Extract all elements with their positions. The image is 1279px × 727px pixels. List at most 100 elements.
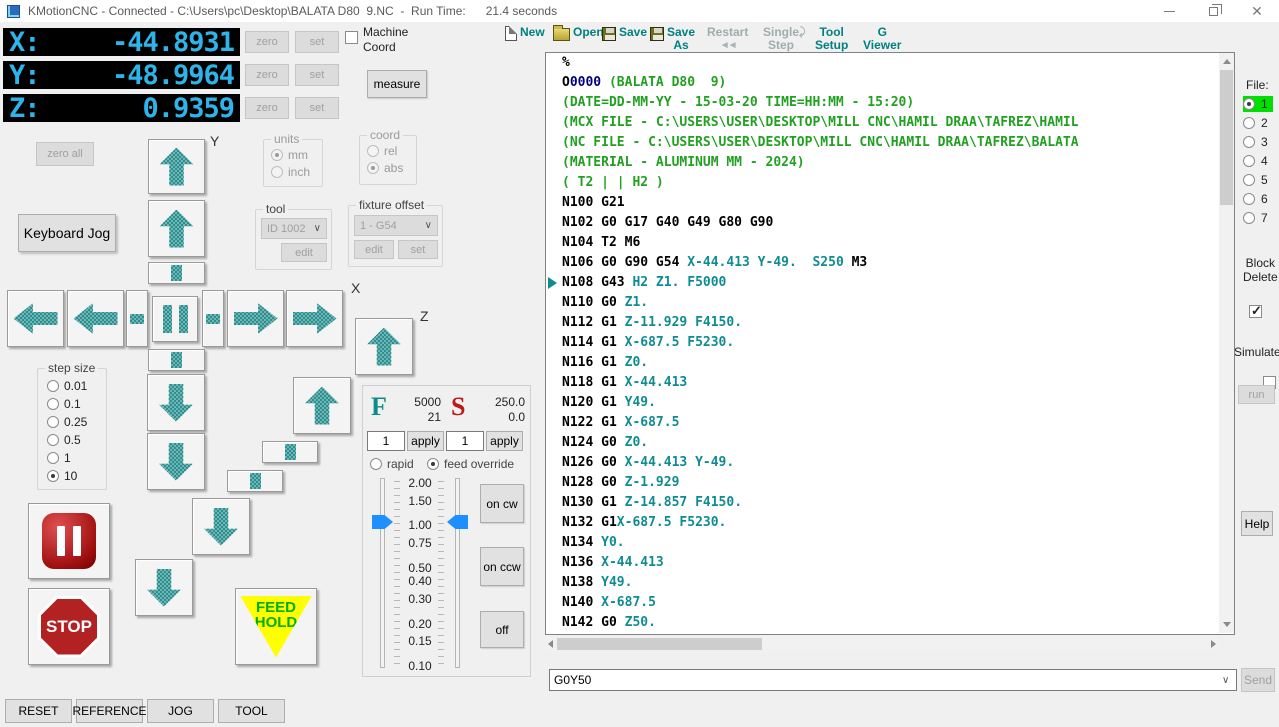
step-size-radio-0.01[interactable] [47, 380, 59, 392]
feed-slider-thumb[interactable] [372, 515, 393, 529]
jog-z-plus-step-button[interactable] [262, 441, 318, 463]
help-button[interactable]: Help [1241, 511, 1273, 536]
jog-x-minus-fast-button[interactable] [7, 290, 64, 347]
speed-override-input[interactable] [446, 431, 484, 451]
fixture-edit-button[interactable]: edit [354, 240, 394, 259]
gcode-line[interactable]: N108 G43 H2 Z1. F5000 [546, 273, 1234, 293]
gcode-line[interactable]: N118 G1 X-44.413 [546, 373, 1234, 393]
gcode-line[interactable]: N140 X-687.5 [546, 593, 1234, 613]
jog-x-plus-button[interactable] [227, 290, 284, 347]
gcode-line[interactable]: N132 G1X-687.5 F5230. [546, 513, 1234, 533]
file-radio-row-5[interactable]: 5 [1243, 172, 1273, 188]
block-delete-checkbox[interactable] [1249, 303, 1262, 319]
gcode-vscrollbar[interactable] [1219, 53, 1234, 633]
gcode-line[interactable]: N138 Y49. [546, 573, 1234, 593]
file-radio-row-3[interactable]: 3 [1243, 134, 1273, 150]
jog-stop-button[interactable] [152, 296, 198, 342]
file-radio-row-6[interactable]: 6 [1243, 191, 1273, 207]
chevron-down-icon[interactable]: ∨ [1222, 675, 1229, 686]
gcode-line[interactable]: N100 G21 [546, 193, 1234, 213]
step-size-radio-0.1[interactable] [47, 398, 59, 410]
feed-override-radio[interactable] [427, 458, 440, 470]
jog-z-plus-button[interactable] [293, 377, 351, 434]
coord-rel-radio[interactable] [367, 145, 379, 157]
gcode-line[interactable]: N142 G0 Z50. [546, 613, 1234, 633]
run-button[interactable]: run [1238, 385, 1275, 404]
zero-y-button[interactable]: zero [245, 64, 289, 86]
feed-override-input[interactable] [367, 431, 405, 451]
spindle-on-ccw-button[interactable]: on ccw [480, 547, 524, 586]
file-radio-row-2[interactable]: 2 [1243, 115, 1273, 131]
mdi-command-input[interactable] [549, 669, 1237, 691]
gcode-line[interactable]: N110 G0 Z1. [546, 293, 1234, 313]
gcode-editor[interactable]: % O0000 (BALATA D80 9) (DATE=DD-MM-YY - 15… [545, 52, 1235, 635]
zero-x-button[interactable]: zero [245, 31, 289, 53]
gcode-line[interactable]: N106 G0 G90 G54 X-44.413 Y-49. S250 M3 [546, 253, 1234, 273]
gcode-hscroll-thumb[interactable] [557, 638, 762, 650]
spindle-off-button[interactable]: off [480, 611, 524, 648]
gcode-line[interactable]: N102 G0 G17 G40 G49 G80 G90 [546, 213, 1234, 233]
coord-abs-radio[interactable] [367, 162, 379, 174]
send-button[interactable]: Send [1241, 668, 1275, 692]
speed-slider-thumb[interactable] [447, 515, 468, 529]
speed-slider-track[interactable] [455, 478, 460, 668]
reset-button[interactable]: RESET [5, 699, 72, 723]
file-radio-5[interactable] [1243, 174, 1255, 186]
units-inch-radio[interactable] [271, 166, 283, 178]
file-radio-4[interactable] [1243, 155, 1255, 167]
close-button[interactable]: ✕ [1235, 0, 1279, 22]
file-radio-1[interactable] [1243, 98, 1255, 110]
gcode-line[interactable]: N112 G1 Z-11.929 F4150. [546, 313, 1234, 333]
open-button[interactable]: Open [553, 25, 604, 41]
jog-x-plus-fast-button[interactable] [286, 290, 343, 347]
tool-setup-button[interactable]: Tool Setup [815, 26, 848, 52]
gcode-line[interactable]: % [546, 53, 1234, 73]
restart-button[interactable]: Restart ◄◄ [707, 26, 748, 52]
single-step-button[interactable]: Single Step ⤸ [763, 26, 806, 52]
file-radio-2[interactable] [1243, 117, 1255, 129]
jog-x-plus-step-button[interactable] [202, 290, 224, 347]
save-as-button[interactable]: Save As [650, 26, 695, 52]
gcode-line[interactable]: N124 G0 Z0. [546, 433, 1234, 453]
tool-select[interactable]: ID 1002 ∨ [261, 218, 327, 239]
jog-z-minus-button[interactable] [192, 498, 250, 555]
gcode-line[interactable]: (DATE=DD-MM-YY - 15-03-20 TIME=HH:MM - 1… [546, 93, 1234, 113]
jog-z-minus-step-button[interactable] [227, 470, 283, 492]
speed-apply-button[interactable]: apply [486, 431, 523, 451]
gcode-line[interactable]: N130 G1 Z-14.857 F4150. [546, 493, 1234, 513]
rapid-radio[interactable] [370, 458, 382, 470]
zero-z-button[interactable]: zero [245, 97, 289, 119]
gcode-line[interactable]: N122 G1 X-687.5 [546, 413, 1234, 433]
tool-edit-button[interactable]: edit [281, 243, 327, 262]
feed-hold-button[interactable]: FEED HOLD [235, 588, 317, 665]
new-button[interactable]: New [505, 26, 545, 41]
stop-button[interactable]: STOP [28, 588, 110, 665]
jog-z-minus-fast-button[interactable] [135, 559, 193, 616]
file-radio-6[interactable] [1243, 193, 1255, 205]
jog-y-plus-fast-button[interactable] [148, 139, 205, 194]
scroll-right-icon[interactable] [1211, 640, 1216, 648]
gcode-line[interactable]: N120 G1 Y49. [546, 393, 1234, 413]
jog-x-minus-button[interactable] [67, 290, 124, 347]
file-radio-3[interactable] [1243, 136, 1255, 148]
restore-button[interactable] [1191, 0, 1235, 22]
pause-button[interactable] [28, 503, 110, 579]
jog-y-plus-button[interactable] [148, 200, 205, 257]
gcode-line[interactable]: N116 G1 Z0. [546, 353, 1234, 373]
jog-z-plus-fast-button[interactable] [355, 318, 413, 375]
gcode-line[interactable]: ( T2 | | H2 ) [546, 173, 1234, 193]
fixture-offset-select[interactable]: 1 - G54 ∨ [354, 215, 438, 236]
feed-apply-button[interactable]: apply [407, 431, 444, 451]
scroll-left-icon[interactable] [548, 640, 553, 648]
scroll-up-icon[interactable] [1223, 59, 1231, 64]
machine-coord-checkbox[interactable] [345, 31, 358, 44]
gcode-vscroll-thumb[interactable] [1220, 70, 1233, 205]
gcode-line[interactable]: N134 Y0. [546, 533, 1234, 553]
step-size-radio-0.5[interactable] [47, 434, 59, 446]
step-size-radio-10[interactable] [47, 470, 59, 482]
file-radio-row-4[interactable]: 4 [1243, 153, 1273, 169]
gcode-line[interactable]: N128 G0 Z-1.929 [546, 473, 1234, 493]
file-radio-7[interactable] [1243, 212, 1255, 224]
g-viewer-button[interactable]: G Viewer [863, 26, 901, 52]
jog-y-plus-step-button[interactable] [148, 262, 205, 284]
